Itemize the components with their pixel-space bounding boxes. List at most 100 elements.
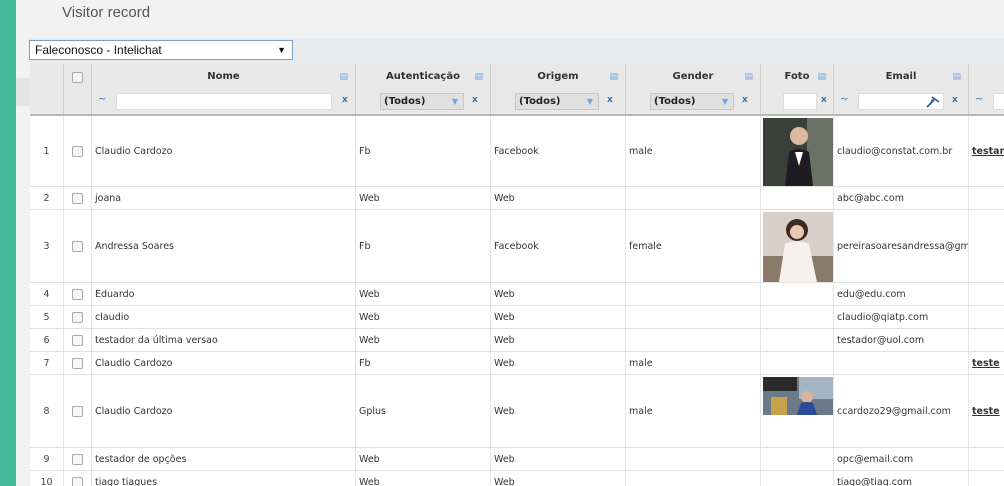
table-row[interactable]: 2 joana Web Web abc@abc.com <box>30 187 1004 210</box>
header-autenticacao[interactable]: Autenticação ▤ <box>356 64 491 90</box>
table-row[interactable]: 9 testador de opções Web Web opc@email.c… <box>30 448 1004 471</box>
grid-body: 1 Claudio Cardozo Fb Facebook male claud… <box>30 116 1004 486</box>
filter-operator[interactable]: ~ <box>975 94 983 105</box>
cell-autenticacao: Web <box>356 187 491 209</box>
gender-filter-select[interactable]: (Todos) ▼ <box>650 93 734 110</box>
table-row[interactable]: 6 testador da última versao Web Web test… <box>30 329 1004 352</box>
sort-icon[interactable]: ▤ <box>474 64 483 90</box>
table-row[interactable]: 1 Claudio Cardozo Fb Facebook male claud… <box>30 116 1004 187</box>
table-row[interactable]: 4 Eduardo Web Web edu@edu.com <box>30 283 1004 306</box>
row-checkbox-cell[interactable] <box>64 448 92 470</box>
page-title: Visitor record <box>62 4 151 21</box>
select-all-checkbox[interactable] <box>72 72 83 83</box>
row-checkbox-cell[interactable] <box>64 471 92 486</box>
row-checkbox[interactable] <box>72 311 83 323</box>
cell-foto <box>761 210 834 282</box>
table-row[interactable]: 8 Claudio Cardozo Gplus Web male ccardoz… <box>30 375 1004 448</box>
cell-extra-link[interactable] <box>969 306 1004 328</box>
cell-extra-link[interactable]: teste <box>969 375 1004 447</box>
autenticacao-filter-select[interactable]: (Todos) ▼ <box>380 93 464 110</box>
cell-extra-link[interactable] <box>969 283 1004 305</box>
clear-filter-icon[interactable]: x <box>742 95 748 105</box>
header-gender[interactable]: Gender ▤ <box>626 64 761 90</box>
foto-filter-input[interactable] <box>783 93 817 110</box>
header-foto[interactable]: Foto ▤ <box>761 64 834 90</box>
extra-filter-input[interactable] <box>993 93 1004 110</box>
sort-icon[interactable]: ▤ <box>339 64 348 90</box>
row-checkbox[interactable] <box>72 476 83 486</box>
origem-filter-select[interactable]: (Todos) ▼ <box>515 93 599 110</box>
sort-icon[interactable]: ▤ <box>609 64 618 90</box>
row-checkbox-cell[interactable] <box>64 306 92 328</box>
row-checkbox[interactable] <box>72 240 83 252</box>
nome-filter-input[interactable] <box>116 93 332 110</box>
cell-extra-link[interactable]: testan <box>969 116 1004 186</box>
clear-filter-icon[interactable]: x <box>952 95 958 105</box>
row-checkbox[interactable] <box>72 145 83 157</box>
header-email[interactable]: Email ▤ <box>834 64 969 90</box>
sort-icon[interactable]: ▤ <box>952 64 961 90</box>
toolbar: Faleconosco - Intelichat ▼ <box>28 38 1004 64</box>
row-checkbox[interactable] <box>72 334 83 346</box>
cell-extra-link[interactable] <box>969 210 1004 282</box>
cell-extra-link[interactable] <box>969 187 1004 209</box>
email-filter-input[interactable] <box>858 93 944 110</box>
filter-rownum <box>30 90 64 114</box>
header-foto-label: Foto <box>784 71 810 82</box>
sort-icon[interactable]: ▤ <box>744 64 753 90</box>
clear-filter-icon[interactable]: x <box>607 95 613 105</box>
header-nome[interactable]: Nome ▤ <box>92 64 356 90</box>
clear-filter-icon[interactable]: x <box>821 95 827 105</box>
cell-autenticacao: Web <box>356 471 491 486</box>
cell-foto <box>761 329 834 351</box>
cell-origem: Web <box>491 375 626 447</box>
sort-icon[interactable]: ▤ <box>817 64 826 90</box>
cell-origem: Web <box>491 283 626 305</box>
row-checkbox-cell[interactable] <box>64 210 92 282</box>
grid-filter-row: ~ x (Todos) ▼ x (Todos) ▼ x (Todos) ▼ x … <box>30 90 1004 116</box>
cell-extra-link[interactable] <box>969 448 1004 470</box>
gender-filter-value: (Todos) <box>654 96 696 107</box>
filter-operator[interactable]: ~ <box>98 94 106 105</box>
cell-autenticacao: Web <box>356 448 491 470</box>
cell-nome: Andressa Soares <box>92 210 356 282</box>
cell-email: claudio@constat.com.br <box>834 116 969 186</box>
row-checkbox[interactable] <box>72 453 83 465</box>
cell-foto <box>761 471 834 486</box>
form-select[interactable]: Faleconosco - Intelichat ▼ <box>29 40 293 60</box>
cell-email: opc@email.com <box>834 448 969 470</box>
header-select-all[interactable] <box>64 64 92 90</box>
cell-foto <box>761 306 834 328</box>
table-row[interactable]: 3 Andressa Soares Fb Facebook female per… <box>30 210 1004 283</box>
row-checkbox-cell[interactable] <box>64 116 92 186</box>
table-row[interactable]: 7 Claudio Cardozo Fb Web male teste <box>30 352 1004 375</box>
row-number: 4 <box>30 283 64 305</box>
table-row[interactable]: 10 tiago tiagues Web Web tiago@tiag.com <box>30 471 1004 486</box>
cell-extra-link[interactable] <box>969 471 1004 486</box>
visitor-photo <box>763 118 833 186</box>
row-number: 9 <box>30 448 64 470</box>
cell-foto <box>761 116 834 186</box>
cell-origem: Web <box>491 352 626 374</box>
visitor-photo <box>763 212 833 282</box>
row-checkbox[interactable] <box>72 288 83 300</box>
row-checkbox-cell[interactable] <box>64 283 92 305</box>
row-checkbox-cell[interactable] <box>64 187 92 209</box>
table-row[interactable]: 5 claudio Web Web claudio@qiatp.com <box>30 306 1004 329</box>
cell-nome: tiago tiagues <box>92 471 356 486</box>
row-checkbox[interactable] <box>72 357 83 369</box>
row-checkbox-cell[interactable] <box>64 352 92 374</box>
row-checkbox-cell[interactable] <box>64 375 92 447</box>
filter-operator[interactable]: ~ <box>840 94 848 105</box>
header-origem[interactable]: Origem ▤ <box>491 64 626 90</box>
clear-filter-icon[interactable]: x <box>342 95 348 105</box>
clear-filter-icon[interactable]: x <box>472 95 478 105</box>
cell-extra-link[interactable] <box>969 329 1004 351</box>
cell-gender <box>626 329 761 351</box>
row-checkbox[interactable] <box>72 405 83 417</box>
row-checkbox[interactable] <box>72 192 83 204</box>
cell-origem: Web <box>491 448 626 470</box>
row-checkbox-cell[interactable] <box>64 329 92 351</box>
cell-extra-link[interactable]: teste <box>969 352 1004 374</box>
header-extra[interactable] <box>969 64 1004 90</box>
